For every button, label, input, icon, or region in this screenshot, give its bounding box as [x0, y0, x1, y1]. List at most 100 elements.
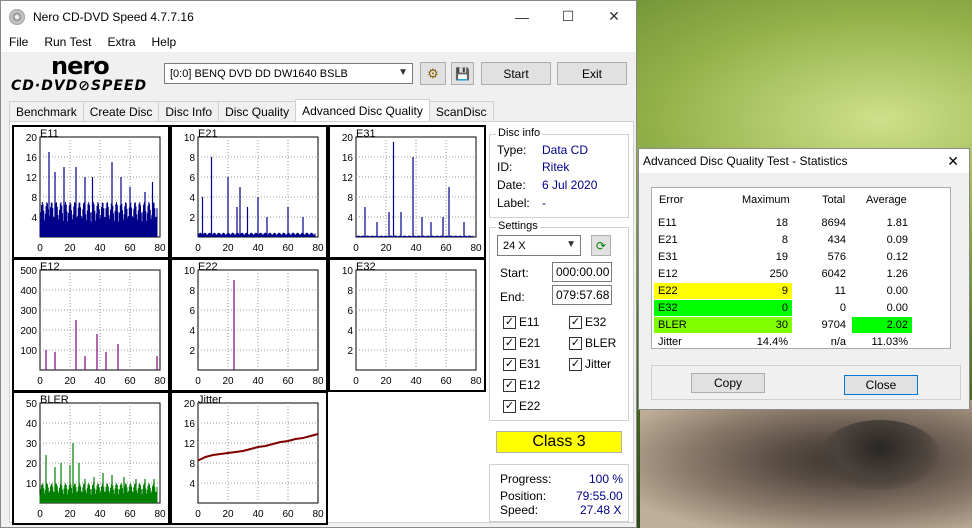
close-button[interactable]: ✕: [591, 1, 637, 32]
disc-type-value: Data CD: [542, 143, 589, 157]
stat-total-e11: 8694: [821, 217, 846, 229]
checkbox-e32-label: E32: [585, 315, 607, 329]
chart-e22-svg: 1086420 20 40 60 80: [184, 266, 324, 387]
y-tick-label: 10: [342, 266, 354, 277]
header-maximum: Maximum: [742, 194, 790, 206]
close-icon[interactable]: ✕: [947, 153, 959, 170]
checkbox-e12[interactable]: ✓ E12: [503, 378, 540, 392]
speed-select[interactable]: 24 X ▼: [497, 235, 581, 256]
exit-button[interactable]: Exit: [557, 62, 627, 85]
y-tick-label: 8: [189, 153, 195, 164]
x-tick-label: 20: [222, 376, 234, 387]
stat-max-e12: 250: [769, 268, 788, 280]
checkbox-e32[interactable]: ✓ E32: [569, 315, 606, 329]
header-total: Total: [822, 194, 846, 206]
y-tick-label: 12: [26, 173, 38, 184]
statistics-window: Advanced Disc Quality Test - Statistics …: [638, 148, 970, 410]
y-tick-label: 8: [347, 193, 353, 204]
refresh-icon[interactable]: ⟳: [591, 235, 611, 256]
checkbox-e21[interactable]: ✓ E21: [503, 336, 540, 350]
stat-avg-e22: 0.00: [886, 285, 908, 297]
start-time-input[interactable]: 000:00.00: [552, 262, 612, 282]
save-icon[interactable]: 💾: [451, 62, 474, 85]
x-tick-label: 0: [353, 243, 359, 254]
bar-series-e11: [39, 202, 158, 237]
menu-help[interactable]: Help: [144, 35, 185, 49]
tab-disc-info[interactable]: Disc Info: [158, 101, 220, 121]
x-tick-label: 60: [440, 243, 452, 254]
y-tick-label: 4: [347, 326, 353, 337]
y-tick-label: 4: [189, 326, 195, 337]
tab-scandisc[interactable]: ScanDisc: [428, 101, 494, 121]
x-tick-label: 40: [94, 509, 106, 520]
check-icon: ✓: [503, 399, 516, 413]
x-tick-label: 60: [282, 243, 294, 254]
statistics-title-bar: Advanced Disc Quality Test - Statistics …: [639, 149, 969, 173]
x-tick-label: 20: [64, 376, 76, 387]
disc-icon: [9, 8, 25, 25]
chart-e12-svg: 500 400 300 200 100 0 20 40 60 80: [20, 266, 166, 387]
stat-error-e31: E31: [658, 251, 678, 263]
y-tick-label: 40: [26, 419, 38, 430]
window-title: Nero CD-DVD Speed 4.7.7.16: [33, 9, 194, 24]
chart-title: E12: [40, 261, 60, 273]
stat-total-e32: 0: [839, 302, 846, 314]
y-tick-label: 8: [189, 459, 195, 470]
y-tick-label: 2: [189, 346, 195, 357]
chart-e11-svg: 201612840 20 40 60 80: [26, 133, 166, 254]
drive-info-icon[interactable]: ⚙: [420, 62, 446, 85]
statistics-title: Advanced Disc Quality Test - Statistics: [643, 154, 848, 168]
disc-id-value: Ritek: [542, 160, 570, 174]
x-tick-label: 40: [252, 243, 264, 254]
checkbox-e22[interactable]: ✓ E22: [503, 399, 540, 413]
x-tick-label: 20: [222, 509, 234, 520]
x-tick-label: 0: [37, 376, 43, 387]
x-tick-label: 80: [154, 243, 166, 254]
menu-run-test[interactable]: Run Test: [36, 35, 99, 49]
end-time-label: End:: [500, 290, 525, 304]
chart-jitter-svg: 201612840 20 40 60 80: [184, 399, 324, 520]
tab-advanced-disc-quality[interactable]: Advanced Disc Quality: [295, 99, 430, 121]
stat-avg-bler: 2.02: [852, 317, 912, 333]
desktop-photo-dog-nose: [820, 420, 940, 490]
x-tick-label: 0: [37, 509, 43, 520]
x-tick-label: 40: [94, 243, 106, 254]
tab-benchmark[interactable]: Benchmark: [9, 101, 84, 121]
y-tick-label: 50: [26, 399, 38, 410]
stat-total-e22: 11: [834, 285, 846, 297]
checkbox-e11[interactable]: ✓ E11: [503, 315, 539, 329]
x-tick-label: 60: [440, 376, 452, 387]
chart-e32-svg: 1086420 20 40 60 80: [342, 266, 482, 387]
stat-max-e31: 19: [775, 251, 788, 263]
stat-total-bler: 9704: [821, 319, 846, 331]
x-tick-label: 60: [124, 243, 136, 254]
close-stats-button[interactable]: Close: [844, 375, 918, 395]
y-tick-label: 8: [347, 286, 353, 297]
menu-extra[interactable]: Extra: [99, 35, 143, 49]
tab-create-disc[interactable]: Create Disc: [82, 101, 160, 121]
copy-button[interactable]: Copy: [691, 373, 765, 393]
tab-strip: Benchmark Create Disc Disc Info Disc Qua…: [9, 99, 494, 121]
x-tick-label: 20: [380, 243, 392, 254]
menu-file[interactable]: File: [1, 35, 36, 49]
chart-title: E22: [198, 261, 218, 273]
drive-select[interactable]: [0:0] BENQ DVD DD DW1640 BSLB ▼: [164, 63, 413, 84]
checkbox-bler[interactable]: ✓ BLER: [569, 336, 616, 350]
start-button[interactable]: Start: [481, 62, 551, 85]
y-tick-label: 30: [26, 439, 38, 450]
checkbox-jitter[interactable]: ✓ Jitter: [569, 357, 611, 371]
x-tick-label: 80: [312, 243, 324, 254]
checkbox-e31[interactable]: ✓ E31: [503, 357, 540, 371]
stat-error-jitter: Jitter: [658, 336, 682, 348]
y-tick-label: 100: [20, 346, 37, 357]
y-tick-label: 6: [189, 173, 195, 184]
tab-disc-quality[interactable]: Disc Quality: [218, 101, 297, 121]
chart-e32: 10 8 6 4 2 0 20 40 60 80 E32: [328, 258, 486, 392]
minimize-button[interactable]: —: [499, 1, 545, 32]
chart-bler-svg: 50 40 30 20 10 0 20 40 60 80: [26, 399, 166, 520]
chart-e11: 20 16 12 8 4 0 20 40 60 80 E11: [12, 125, 170, 259]
end-time-input[interactable]: 079:57.68: [552, 285, 612, 305]
maximize-button[interactable]: ☐: [545, 1, 591, 32]
x-tick-label: 40: [410, 243, 422, 254]
check-icon: ✓: [569, 357, 582, 371]
